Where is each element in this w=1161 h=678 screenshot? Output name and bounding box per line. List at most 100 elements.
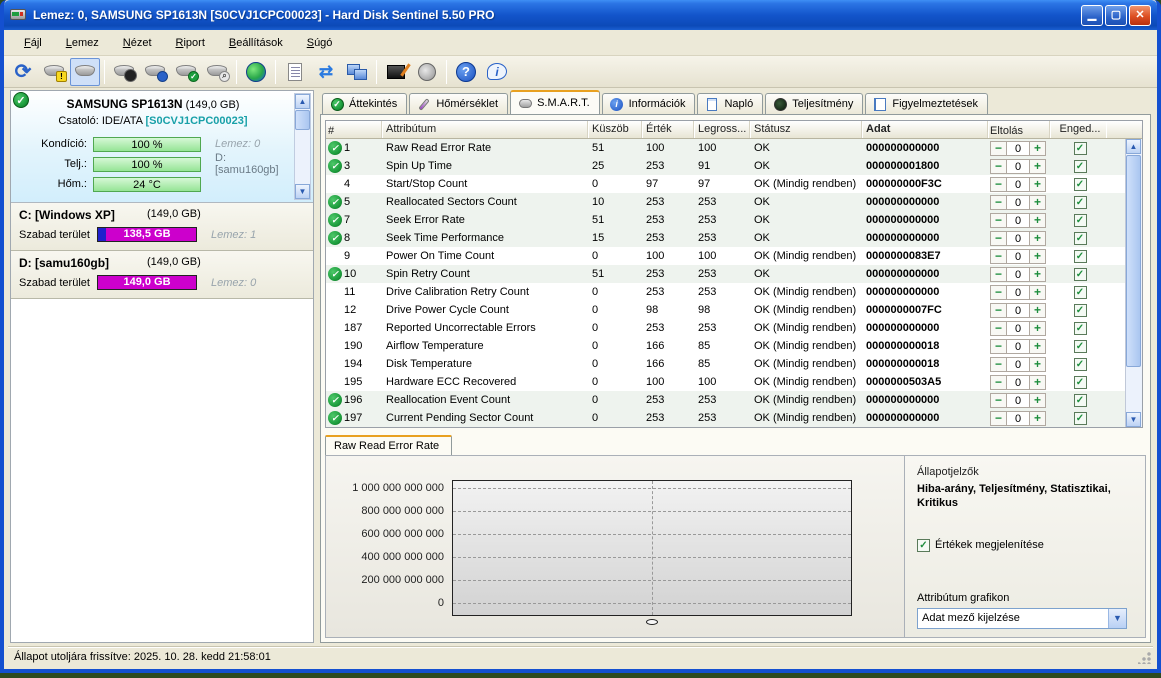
offset-plus-button[interactable]: + xyxy=(1029,321,1046,336)
sync-button[interactable]: ⇄ xyxy=(311,58,341,86)
tab-smart[interactable]: S.M.A.R.T. xyxy=(510,90,600,114)
menu-view[interactable]: Nézet xyxy=(113,34,162,52)
offset-plus-button[interactable]: + xyxy=(1029,141,1046,156)
menu-settings[interactable]: Beállítások xyxy=(219,34,293,52)
disk-clock-button[interactable] xyxy=(140,58,170,86)
col-header-value[interactable]: Érték xyxy=(642,121,694,138)
tab-alerts[interactable]: Figyelmeztetések xyxy=(865,93,988,114)
table-row[interactable]: ✓3 Spin Up Time 25 253 91 OK 00000000180… xyxy=(326,157,1142,175)
table-row[interactable]: ✓196 Reallocation Event Count 0 253 253 … xyxy=(326,391,1142,409)
col-header-enabled[interactable]: Enged... xyxy=(1050,121,1106,138)
col-header-attribute[interactable]: Attribútum xyxy=(382,121,588,138)
tab-performance[interactable]: Teljesítmény xyxy=(765,93,863,114)
minimize-button[interactable]: ▁ xyxy=(1081,5,1103,26)
chevron-down-icon[interactable]: ▼ xyxy=(1108,609,1126,628)
help-button[interactable]: ? xyxy=(451,58,481,86)
offset-minus-button[interactable]: − xyxy=(990,411,1007,426)
info-button[interactable]: i xyxy=(482,58,512,86)
offset-minus-button[interactable]: − xyxy=(990,357,1007,372)
tab-overview[interactable]: ✓Áttekintés xyxy=(322,93,407,114)
disk-performance-button[interactable] xyxy=(109,58,139,86)
offset-minus-button[interactable]: − xyxy=(990,231,1007,246)
table-row[interactable]: ✓187 Reported Uncorrectable Errors 0 253… xyxy=(326,319,1142,337)
col-header-status[interactable]: Státusz xyxy=(750,121,862,138)
offset-plus-button[interactable]: + xyxy=(1029,339,1046,354)
table-row[interactable]: ✓8 Seek Time Performance 15 253 253 OK 0… xyxy=(326,229,1142,247)
menu-disk[interactable]: Lemez xyxy=(56,34,109,52)
enabled-checkbox[interactable] xyxy=(1074,196,1087,209)
tab-temperature[interactable]: Hőmérséklet xyxy=(409,93,508,114)
enabled-checkbox[interactable] xyxy=(1074,340,1087,353)
monitor-edit-button[interactable] xyxy=(381,58,411,86)
col-header-id[interactable]: # xyxy=(326,121,382,138)
enabled-checkbox[interactable] xyxy=(1074,412,1087,425)
enabled-checkbox[interactable] xyxy=(1074,142,1087,155)
offset-plus-button[interactable]: + xyxy=(1029,285,1046,300)
enabled-checkbox[interactable] xyxy=(1074,286,1087,299)
enabled-checkbox[interactable] xyxy=(1074,304,1087,317)
table-row[interactable]: ✓1 Raw Read Error Rate 51 100 100 OK 000… xyxy=(326,139,1142,157)
partition-card-d[interactable]: D: [samu160gb] (149,0 GB) Szabad terület… xyxy=(11,251,313,299)
scroll-thumb[interactable] xyxy=(1126,155,1141,367)
table-row[interactable]: ✓4 Start/Stop Count 0 97 97 OK (Mindig r… xyxy=(326,175,1142,193)
offset-minus-button[interactable]: − xyxy=(990,213,1007,228)
offset-plus-button[interactable]: + xyxy=(1029,357,1046,372)
disk-search-button[interactable]: ⌕ xyxy=(202,58,232,86)
table-row[interactable]: ✓12 Drive Power Cycle Count 0 98 98 OK (… xyxy=(326,301,1142,319)
col-header-threshold[interactable]: Küszöb xyxy=(588,121,642,138)
drive-card[interactable]: SAMSUNG SP1613N (149,0 GB) Csatoló: IDE/… xyxy=(11,91,313,203)
table-row[interactable]: ✓7 Seek Error Rate 51 253 253 OK 0000000… xyxy=(326,211,1142,229)
offset-minus-button[interactable]: − xyxy=(990,285,1007,300)
table-scrollbar[interactable]: ▲ ▼ xyxy=(1125,139,1142,427)
disk-select-button[interactable] xyxy=(70,58,100,86)
col-header-offset[interactable]: Eltolás xyxy=(988,121,1050,138)
table-row[interactable]: ✓194 Disk Temperature 0 166 85 OK (Mindi… xyxy=(326,355,1142,373)
scroll-up-icon[interactable]: ▲ xyxy=(295,94,310,109)
report-button[interactable] xyxy=(280,58,310,86)
enabled-checkbox[interactable] xyxy=(1074,214,1087,227)
attribute-graph-select[interactable]: Adat mező kijelzése ▼ xyxy=(917,608,1127,629)
enabled-checkbox[interactable] xyxy=(1074,322,1087,335)
tab-log[interactable]: Napló xyxy=(697,93,763,114)
table-row[interactable]: ✓190 Airflow Temperature 0 166 85 OK (Mi… xyxy=(326,337,1142,355)
table-row[interactable]: ✓197 Current Pending Sector Count 0 253 … xyxy=(326,409,1142,427)
offset-minus-button[interactable]: − xyxy=(990,303,1007,318)
sound-button[interactable] xyxy=(412,58,442,86)
chart-position-marker[interactable] xyxy=(646,619,658,625)
offset-minus-button[interactable]: − xyxy=(990,267,1007,282)
enabled-checkbox[interactable] xyxy=(1074,160,1087,173)
resize-grip[interactable] xyxy=(1138,651,1151,664)
disk-warning-button[interactable]: ! xyxy=(39,58,69,86)
col-header-data[interactable]: Adat xyxy=(862,121,988,138)
enabled-checkbox[interactable] xyxy=(1074,268,1087,281)
enabled-checkbox[interactable] xyxy=(1074,232,1087,245)
table-row[interactable]: ✓11 Drive Calibration Retry Count 0 253 … xyxy=(326,283,1142,301)
network-globe-button[interactable] xyxy=(241,58,271,86)
offset-minus-button[interactable]: − xyxy=(990,339,1007,354)
chart-tab[interactable]: Raw Read Error Rate xyxy=(325,435,452,455)
scroll-up-icon[interactable]: ▲ xyxy=(1126,139,1141,154)
offset-plus-button[interactable]: + xyxy=(1029,303,1046,318)
table-row[interactable]: ✓195 Hardware ECC Recovered 0 100 100 OK… xyxy=(326,373,1142,391)
offset-minus-button[interactable]: − xyxy=(990,195,1007,210)
offset-plus-button[interactable]: + xyxy=(1029,267,1046,282)
offset-plus-button[interactable]: + xyxy=(1029,177,1046,192)
offset-plus-button[interactable]: + xyxy=(1029,213,1046,228)
offset-plus-button[interactable]: + xyxy=(1029,249,1046,264)
enabled-checkbox[interactable] xyxy=(1074,394,1087,407)
partition-card-c[interactable]: C: [Windows XP] (149,0 GB) Szabad terüle… xyxy=(11,203,313,251)
offset-minus-button[interactable]: − xyxy=(990,321,1007,336)
disk-test-button[interactable]: ✓ xyxy=(171,58,201,86)
show-values-checkbox[interactable] xyxy=(917,539,930,552)
offset-plus-button[interactable]: + xyxy=(1029,375,1046,390)
offset-plus-button[interactable]: + xyxy=(1029,231,1046,246)
offset-plus-button[interactable]: + xyxy=(1029,195,1046,210)
scroll-down-icon[interactable]: ▼ xyxy=(1126,412,1141,427)
scroll-down-icon[interactable]: ▼ xyxy=(295,184,310,199)
refresh-button[interactable]: ⟳ xyxy=(8,58,38,86)
menu-file[interactable]: Fájl xyxy=(14,34,52,52)
title-bar[interactable]: Lemez: 0, SAMSUNG SP1613N [S0CVJ1CPC0002… xyxy=(4,0,1157,30)
scroll-thumb[interactable] xyxy=(295,110,310,130)
enabled-checkbox[interactable] xyxy=(1074,376,1087,389)
table-row[interactable]: ✓5 Reallocated Sectors Count 10 253 253 … xyxy=(326,193,1142,211)
